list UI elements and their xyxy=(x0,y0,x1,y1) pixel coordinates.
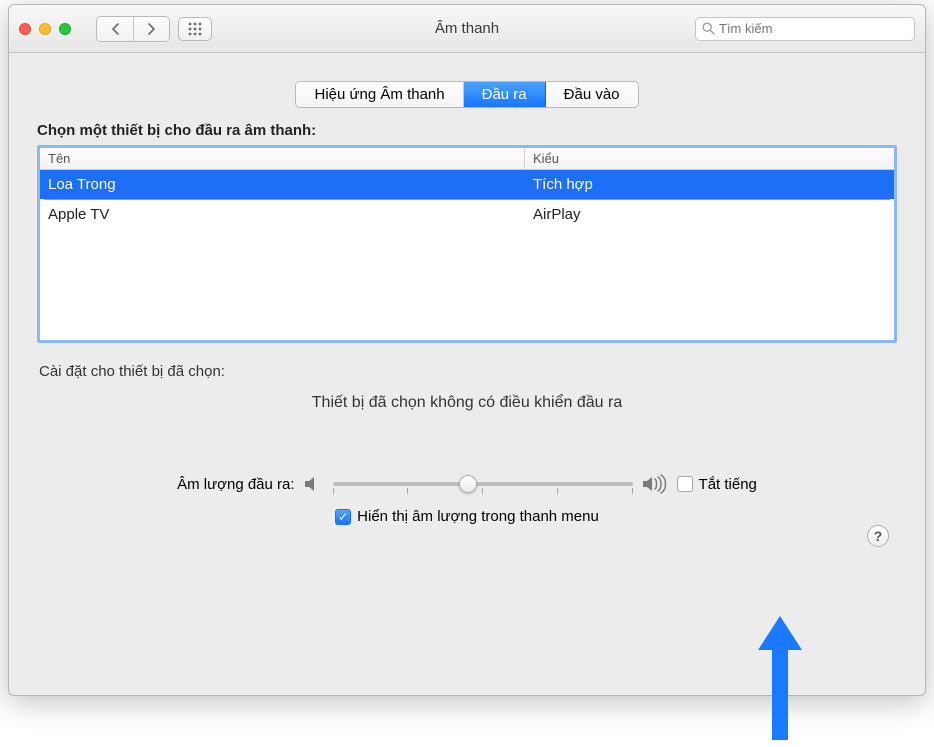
search-input[interactable] xyxy=(719,21,908,36)
forward-button[interactable] xyxy=(133,17,169,41)
table-row[interactable]: Loa Trong Tích hợp xyxy=(40,170,894,199)
select-device-heading: Chọn một thiết bị cho đầu ra âm thanh: xyxy=(37,122,897,139)
nav-buttons xyxy=(96,16,170,42)
speaker-low-icon xyxy=(303,474,325,494)
minimize-window-button[interactable] xyxy=(39,23,51,35)
device-type: Tích hợp xyxy=(525,170,894,199)
tab-sound-effects[interactable]: Hiệu ứng Âm thanh xyxy=(296,82,463,107)
show-volume-menu-label: Hiển thị âm lượng trong thanh menu xyxy=(357,508,599,525)
output-volume-label: Âm lượng đầu ra: xyxy=(177,476,294,493)
sound-preferences-window: Âm thanh Hiệu ứng Âm thanh Đầu ra Đầu và… xyxy=(8,4,926,696)
column-type[interactable]: Kiểu xyxy=(525,148,894,169)
no-output-controls-text: Thiết bị đã chọn không có điều khiển đầu… xyxy=(37,394,897,412)
chevron-right-icon xyxy=(147,23,156,35)
close-window-button[interactable] xyxy=(19,23,31,35)
tab-output[interactable]: Đầu ra xyxy=(464,82,546,107)
tabs: Hiệu ứng Âm thanh Đầu ra Đầu vào xyxy=(295,81,638,108)
show-all-button[interactable] xyxy=(178,17,212,41)
mute-label: Tắt tiếng xyxy=(699,476,757,493)
show-volume-menu-checkbox[interactable] xyxy=(335,509,351,525)
settings-for-selected-label: Cài đặt cho thiết bị đã chọn: xyxy=(39,363,897,380)
column-name[interactable]: Tên xyxy=(40,148,525,169)
bottom-controls: Âm lượng đầu ra: Tắt tiếng Hiển thị âm l… xyxy=(9,472,925,525)
search-field[interactable] xyxy=(695,17,915,41)
device-type: AirPlay xyxy=(525,200,894,229)
window-controls xyxy=(19,23,71,35)
mute-checkbox[interactable] xyxy=(677,476,693,492)
output-panel: Chọn một thiết bị cho đầu ra âm thanh: T… xyxy=(37,122,897,412)
back-button[interactable] xyxy=(97,17,133,41)
table-header: Tên Kiểu xyxy=(40,148,894,170)
help-button[interactable]: ? xyxy=(867,525,889,547)
device-table: Tên Kiểu Loa Trong Tích hợp Apple TV Air… xyxy=(37,145,897,343)
grid-icon xyxy=(188,22,202,36)
chevron-left-icon xyxy=(111,23,120,35)
titlebar: Âm thanh xyxy=(9,5,925,53)
speaker-high-icon xyxy=(641,474,669,494)
zoom-window-button[interactable] xyxy=(59,23,71,35)
device-name: Loa Trong xyxy=(40,170,525,199)
table-row[interactable]: Apple TV AirPlay xyxy=(40,200,894,229)
output-volume-slider[interactable] xyxy=(333,472,633,496)
device-name: Apple TV xyxy=(40,200,525,229)
tab-input[interactable]: Đầu vào xyxy=(546,82,638,107)
search-icon xyxy=(702,22,715,35)
